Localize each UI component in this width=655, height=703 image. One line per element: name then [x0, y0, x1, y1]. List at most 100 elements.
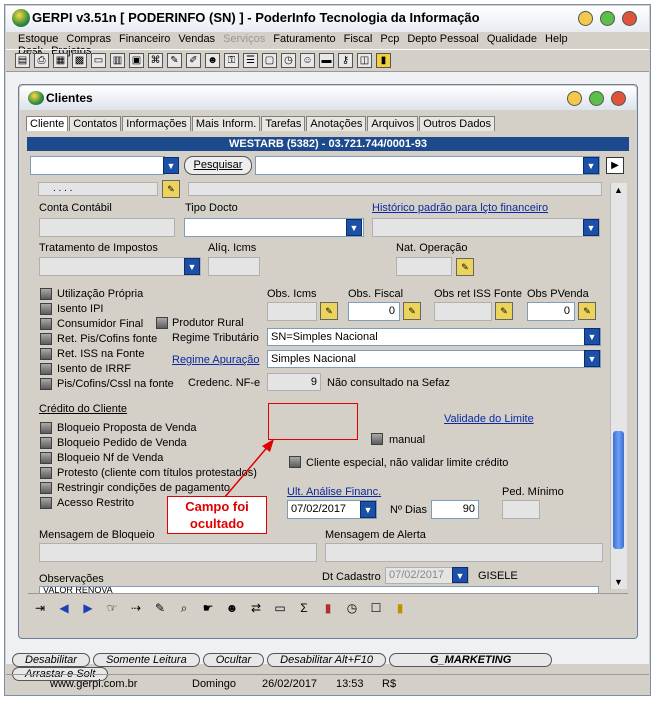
validade-limite-link[interactable]: Validade do Limite — [444, 413, 534, 425]
lookup-icon[interactable]: ✎ — [320, 302, 338, 320]
checkbox[interactable] — [40, 317, 52, 330]
search-record-icon[interactable]: ⌕ — [175, 599, 193, 617]
scroll-up-icon[interactable]: ▲ — [614, 185, 623, 195]
status-button-0[interactable]: Desabilitar — [12, 653, 90, 667]
calculator-icon[interactable]: ▦ — [53, 53, 68, 68]
manual-checkbox[interactable] — [371, 433, 383, 445]
chevron-down-icon[interactable]: ▼ — [584, 350, 600, 367]
checkbox[interactable] — [40, 287, 52, 300]
checkbox[interactable] — [40, 347, 52, 360]
minimize-button[interactable] — [578, 11, 593, 26]
checkbox[interactable] — [40, 362, 52, 375]
tax-checkbox-row[interactable]: Isento IPI — [40, 301, 174, 316]
insert-icon[interactable]: ⇢ — [127, 599, 145, 617]
tax-checkbox-row[interactable]: Ret. Pis/Cofins fonte — [40, 331, 174, 346]
people-icon[interactable]: ☺ — [300, 53, 315, 68]
transfer-icon[interactable]: ⇄ — [247, 599, 265, 617]
computer-icon[interactable]: ▬ — [319, 53, 334, 68]
checkbox[interactable] — [40, 496, 52, 509]
chevron-down-icon[interactable]: ▼ — [583, 219, 599, 236]
produtor-rural-checkbox[interactable] — [156, 317, 168, 329]
sigma-icon[interactable]: Σ — [295, 599, 313, 617]
card-icon[interactable]: ▭ — [91, 53, 106, 68]
tab-0[interactable]: Cliente — [26, 116, 69, 131]
status-button-3[interactable]: Desabilitar Alt+F10 — [267, 653, 386, 667]
users-icon[interactable]: ☻ — [205, 53, 220, 68]
lock-icon[interactable]: ⚷ — [338, 53, 353, 68]
tax-checkbox-row[interactable]: Ret. ISS na Fonte — [40, 346, 174, 361]
ped-minimo-field[interactable] — [502, 500, 540, 519]
tax-checkbox-row[interactable]: Pis/Cofins/Cssl na fonte — [40, 376, 174, 391]
search-button[interactable]: Pesquisar — [184, 156, 252, 175]
menu-item-4[interactable]: Serviços — [223, 33, 265, 45]
edit-record-icon[interactable]: ✎ — [151, 599, 169, 617]
menu-item-3[interactable]: Vendas — [178, 33, 215, 45]
chevron-down-icon[interactable]: ▼ — [452, 567, 468, 583]
pointer-icon[interactable]: ☞ — [103, 599, 121, 617]
regime-tributario-select[interactable]: SN=Simples Nacional — [267, 328, 601, 346]
historico-select[interactable] — [372, 218, 600, 237]
menu-item-9[interactable]: Qualidade — [487, 33, 537, 45]
menu-item-2[interactable]: Financeiro — [119, 33, 170, 45]
checkbox[interactable] — [40, 377, 52, 390]
aliq-icms-field[interactable] — [208, 257, 260, 276]
tax-checkbox-row[interactable]: Utilização Própria — [40, 286, 174, 301]
calendar-icon[interactable]: ▩ — [72, 53, 87, 68]
lookup-icon[interactable]: ✎ — [495, 302, 513, 320]
checkbox[interactable] — [40, 421, 52, 434]
scroll-thumb[interactable] — [613, 431, 624, 549]
menu-item-7[interactable]: Pcp — [380, 33, 399, 45]
bar-chart-icon[interactable]: ▮ — [319, 599, 337, 617]
conta-contabil-field[interactable] — [39, 218, 175, 237]
tag-icon[interactable]: ☛ — [199, 599, 217, 617]
exit-icon[interactable]: ▮ — [376, 53, 391, 68]
card-record-icon[interactable]: ▭ — [271, 599, 289, 617]
tab-4[interactable]: Tarefas — [261, 116, 306, 131]
lookup-icon[interactable]: ✎ — [456, 258, 474, 276]
printer-icon[interactable]: ⎙ — [34, 53, 49, 68]
toolbar-button-1[interactable]: ▤ — [15, 53, 30, 68]
chevron-down-icon[interactable]: ▼ — [163, 157, 179, 174]
chevron-down-icon[interactable]: ▼ — [346, 219, 362, 236]
tab-1[interactable]: Contatos — [69, 116, 122, 131]
child-minimize-button[interactable] — [567, 91, 582, 106]
scroll-down-icon[interactable]: ▼ — [614, 577, 623, 587]
cliente-especial-checkbox[interactable] — [289, 456, 301, 468]
chevron-down-icon[interactable]: ▼ — [583, 157, 599, 174]
lookup-icon[interactable]: ✎ — [403, 302, 421, 320]
network-icon[interactable]: ⌘ — [148, 53, 163, 68]
clock-icon[interactable]: ◷ — [281, 53, 296, 68]
regime-apuracao-select[interactable]: Simples Nacional — [267, 350, 601, 368]
status-button-1[interactable]: Somente Leitura — [92, 653, 200, 667]
ult-analise-link[interactable]: Ult. Análise Financ. — [287, 486, 381, 498]
tax-checkbox-row[interactable]: Consumidor Final — [40, 316, 174, 331]
menu-item-8[interactable]: Depto Pessoal — [407, 33, 479, 45]
obs-fiscal-field[interactable]: 0 — [348, 302, 400, 321]
tratamento-select[interactable] — [39, 257, 201, 276]
tax-checkbox-row[interactable]: Isento de IRRF — [40, 361, 174, 376]
tab-5[interactable]: Anotações — [306, 116, 367, 131]
chart-icon[interactable]: ▥ — [110, 53, 125, 68]
tab-2[interactable]: Informações — [122, 116, 191, 131]
edit-icon[interactable]: ✐ — [186, 53, 201, 68]
exit-record-icon[interactable]: ▮ — [391, 599, 409, 617]
status-button-2[interactable]: Ocultar — [202, 653, 265, 667]
msg-bloqueio-field[interactable] — [39, 543, 317, 562]
tab-6[interactable]: Arquivos — [367, 116, 419, 131]
close-button[interactable] — [622, 11, 637, 26]
arrow-left-icon[interactable]: ◀ — [55, 599, 73, 617]
regime-apuracao-link[interactable]: Regime Apuração — [172, 354, 259, 366]
tab-3[interactable]: Mais Inform. — [191, 116, 261, 131]
search-field-select[interactable] — [30, 156, 165, 175]
tools-icon[interactable]: ✎ — [167, 53, 182, 68]
child-close-button[interactable] — [611, 91, 626, 106]
checkbox[interactable] — [40, 332, 52, 345]
alarm-icon[interactable]: ◷ — [343, 599, 361, 617]
menu-item-5[interactable]: Faturamento — [273, 33, 335, 45]
status-button-4[interactable]: G_MARKETING — [389, 653, 553, 667]
credenc-nfe-field[interactable]: 9 — [267, 373, 321, 391]
chevron-down-icon[interactable]: ▼ — [184, 258, 200, 275]
nr-dias-field[interactable]: 90 — [431, 500, 479, 519]
lookup-icon[interactable]: ✎ — [162, 180, 180, 198]
tipo-docto-select[interactable] — [184, 218, 364, 237]
